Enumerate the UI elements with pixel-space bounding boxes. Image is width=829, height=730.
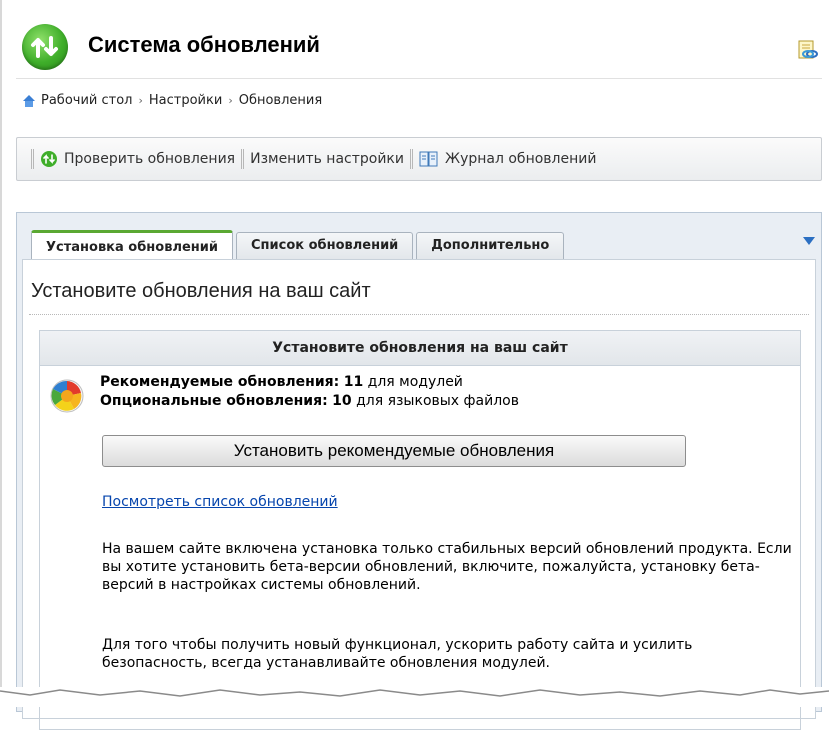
- stable-versions-note: На вашем сайте включена установка только…: [102, 541, 792, 593]
- optional-updates-line: Опциональные обновления: 10 для языковых…: [100, 392, 519, 411]
- view-updates-list-link[interactable]: Посмотреть список обновлений: [102, 494, 338, 510]
- page-title: Система обновлений: [88, 32, 320, 57]
- change-settings-label: Изменить настройки: [250, 151, 404, 167]
- recommended-updates-suffix: для модулей: [367, 374, 463, 390]
- updates-panel: Установка обновлений Список обновлений Д…: [16, 212, 822, 730]
- tabs-menu-arrow-icon[interactable]: [803, 237, 815, 245]
- torn-edge: [0, 687, 829, 707]
- home-icon: [23, 95, 35, 107]
- optional-updates-label: Опциональные обновления:: [100, 393, 328, 409]
- toolbar-separator: [31, 149, 34, 169]
- check-updates-button[interactable]: Проверить обновления: [40, 150, 235, 168]
- section-divider: [29, 314, 809, 315]
- update-log-button[interactable]: Журнал обновлений: [419, 150, 596, 168]
- toolbar: Проверить обновления Изменить настройки …: [16, 137, 822, 181]
- box-title: Установите обновления на ваш сайт: [40, 331, 800, 366]
- page-header: Система обновлений: [22, 22, 822, 72]
- optional-updates-suffix: для языковых файлов: [356, 393, 519, 409]
- install-updates-box: Установите обновления на ваш сайт Рекоме…: [39, 330, 801, 730]
- breadcrumb-desktop[interactable]: Рабочий стол: [41, 93, 132, 108]
- install-modules-note: Для того чтобы получить новый функционал…: [102, 637, 693, 671]
- breadcrumb-separator: ›: [228, 94, 233, 107]
- journal-book-icon: [419, 151, 438, 167]
- check-updates-label: Проверить обновления: [64, 151, 236, 167]
- toolbar-separator: [409, 149, 413, 169]
- window-frame-edge: [0, 0, 2, 707]
- tab-bar: Установка обновлений Список обновлений Д…: [31, 229, 567, 260]
- optional-updates-count: 10: [332, 393, 352, 409]
- breadcrumb: Рабочий стол › Настройки › Обновления: [22, 93, 322, 108]
- toolbar-separator: [241, 149, 245, 169]
- updates-summary: Рекомендуемые обновления: 11 для модулей…: [100, 373, 519, 411]
- install-recommended-button[interactable]: Установить рекомендуемые обновления: [102, 435, 686, 467]
- recommended-updates-line: Рекомендуемые обновления: 11 для модулей: [100, 373, 519, 392]
- breadcrumb-separator: ›: [138, 94, 143, 107]
- check-updates-icon: [41, 151, 57, 167]
- section-title: Установите обновления на ваш сайт: [31, 280, 371, 302]
- tab-content: Установите обновления на ваш сайт Устано…: [22, 259, 816, 730]
- change-settings-button[interactable]: Изменить настройки: [250, 151, 404, 167]
- tab-additional[interactable]: Дополнительно: [416, 232, 565, 259]
- help-link-icon[interactable]: [798, 40, 820, 60]
- tab-updates-list[interactable]: Список обновлений: [235, 232, 414, 259]
- update-log-label: Журнал обновлений: [444, 151, 597, 167]
- tab-install-updates[interactable]: Установка обновлений: [31, 230, 233, 260]
- update-system-logo-icon: [22, 24, 68, 70]
- recommended-updates-count: 11: [343, 374, 364, 390]
- breadcrumb-updates: Обновления: [238, 93, 323, 108]
- updates-status-icon: [50, 379, 84, 413]
- header-divider: [16, 78, 822, 79]
- recommended-updates-label: Рекомендуемые обновления:: [100, 374, 340, 390]
- breadcrumb-settings[interactable]: Настройки: [149, 93, 222, 108]
